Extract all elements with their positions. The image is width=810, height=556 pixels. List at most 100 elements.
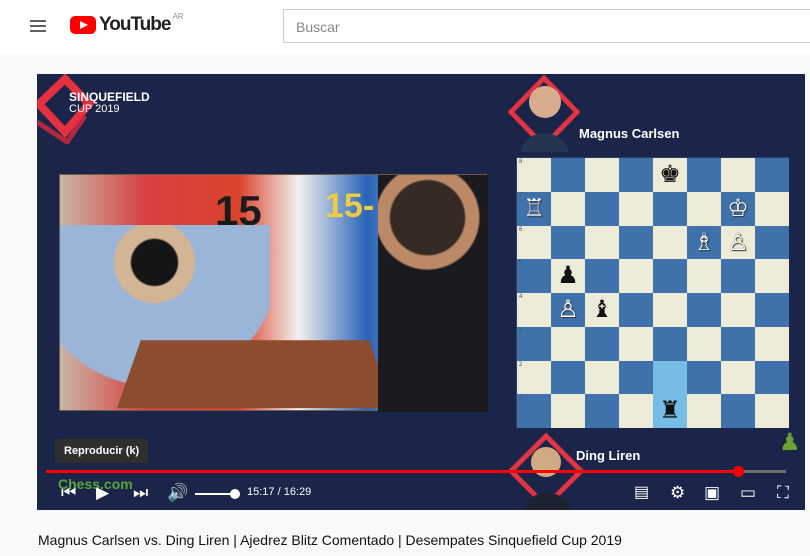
square-d8 [619, 158, 653, 192]
youtube-logo-text: YouTube [99, 14, 171, 35]
square-e8: ♚ [653, 158, 687, 192]
white-piece-icon: ♖ [523, 194, 545, 222]
magnus-avatar [507, 74, 581, 152]
square-g8 [721, 158, 755, 192]
video-time: 15:17 / 16:29 [247, 486, 312, 498]
square-a2: 2 [517, 360, 551, 395]
square-e1: ♜ [653, 394, 687, 428]
rank-label: 3 [519, 327, 523, 334]
square-e4 [653, 293, 687, 327]
square-c1 [585, 394, 619, 428]
square-h7 [755, 191, 789, 226]
rank-label: 4 [519, 294, 523, 300]
rank-label: 8 [519, 159, 523, 165]
square-h4 [755, 293, 789, 327]
square-h1 [755, 394, 789, 428]
square-b1 [551, 394, 585, 428]
rank-label: 2 [519, 361, 523, 368]
square-d2 [619, 360, 653, 395]
square-f2 [687, 360, 721, 395]
player-controls: ⏮ ▶ ⏭ 🔊 15:17 / 16:29 ▤ ⚙ ▣ ▭ ⛶ [37, 474, 805, 510]
event-year: CUP 2019 [69, 103, 120, 115]
square-d1 [619, 394, 653, 428]
square-g5 [721, 259, 755, 293]
subtitles-icon[interactable]: ▤ [634, 484, 649, 501]
youtube-logo[interactable]: YouTube AR [70, 12, 184, 36]
next-icon[interactable]: ⏭ [133, 484, 148, 501]
square-c2 [585, 360, 619, 395]
square-f6: ♗ [687, 225, 721, 260]
square-e2 [653, 360, 687, 395]
rank-label: 5 [519, 260, 523, 267]
square-f1 [687, 394, 721, 428]
black-piece-icon: ♚ [659, 161, 681, 188]
square-h8 [755, 158, 789, 192]
black-piece-icon: ♜ [659, 397, 681, 425]
square-e7 [653, 191, 687, 226]
square-b6 [551, 225, 585, 260]
black-piece-icon: ♝ [591, 296, 613, 323]
physical-chessboard [117, 340, 393, 409]
square-d3 [619, 326, 653, 361]
previous-icon[interactable]: ⏮ [61, 484, 76, 501]
square-h5 [755, 259, 789, 293]
video-player[interactable]: SINQUEFIELD CUP 2019 1 5 15- Magnus Carls… [37, 74, 805, 510]
green-pawn-icon: ♟ [779, 429, 801, 456]
play-tooltip: Reproducir (k) [55, 439, 149, 463]
white-piece-icon: ♗ [693, 228, 715, 256]
square-g7: ♔ [721, 191, 755, 226]
theater-mode-icon[interactable]: ▭ [740, 484, 756, 501]
square-h3 [755, 326, 789, 361]
square-b5: ♟ [551, 259, 585, 293]
screen-number-right: 15- [325, 187, 375, 225]
square-g1 [721, 394, 755, 428]
square-c3 [585, 326, 619, 361]
square-a8: 8 [517, 158, 551, 192]
bottom-player-name: Ding Liren [576, 448, 641, 463]
rank-label: 1 [519, 395, 523, 402]
square-c8 [585, 158, 619, 192]
magnus-carlsen-camera [378, 175, 488, 412]
square-a6: 6 [517, 225, 551, 260]
square-d5 [619, 259, 653, 293]
event-name: SINQUEFIELD [69, 90, 150, 104]
square-a4: 4 [517, 293, 551, 327]
square-a3: 3 [517, 326, 551, 361]
square-c6 [585, 225, 619, 260]
square-h2 [755, 360, 789, 395]
digital-chessboard: 8 ♚ 7 ♖ ♔ 6 ♗ ♙ 5 ♟ 4 ♙ ♝ 3 2 1 ♜ [516, 157, 789, 428]
square-b2 [551, 360, 585, 395]
youtube-play-icon [70, 16, 96, 34]
youtube-header: YouTube AR Buscar [0, 0, 810, 54]
search-placeholder: Buscar [296, 19, 340, 35]
square-d4 [619, 293, 653, 327]
square-h6 [755, 225, 789, 260]
progress-fill [46, 470, 735, 473]
square-c7 [585, 191, 619, 226]
white-piece-icon: ♙ [727, 228, 749, 256]
square-f5 [687, 259, 721, 293]
square-c5 [585, 259, 619, 293]
fullscreen-icon[interactable]: ⛶ [777, 484, 789, 501]
square-d7 [619, 191, 653, 226]
video-title: Magnus Carlsen vs. Ding Liren | Ajedrez … [38, 532, 622, 548]
progress-bar[interactable] [46, 470, 786, 473]
square-f8 [687, 158, 721, 192]
menu-icon[interactable] [30, 20, 46, 32]
square-a1: 1 [517, 394, 551, 428]
black-piece-icon: ♟ [557, 262, 579, 290]
volume-icon[interactable]: 🔊 [167, 484, 188, 501]
square-d6 [619, 225, 653, 260]
miniplayer-icon[interactable]: ▣ [704, 484, 720, 501]
top-player-name: Magnus Carlsen [579, 126, 680, 141]
square-b8 [551, 158, 585, 192]
play-icon[interactable]: ▶ [96, 484, 109, 501]
volume-handle[interactable] [230, 489, 240, 499]
rank-label: 7 [519, 192, 523, 199]
square-b7 [551, 191, 585, 226]
rank-label: 6 [519, 226, 523, 233]
square-b4: ♙ [551, 293, 585, 327]
settings-icon[interactable]: ⚙ [670, 484, 685, 501]
volume-slider[interactable] [195, 493, 235, 495]
search-input[interactable]: Buscar [283, 9, 810, 43]
